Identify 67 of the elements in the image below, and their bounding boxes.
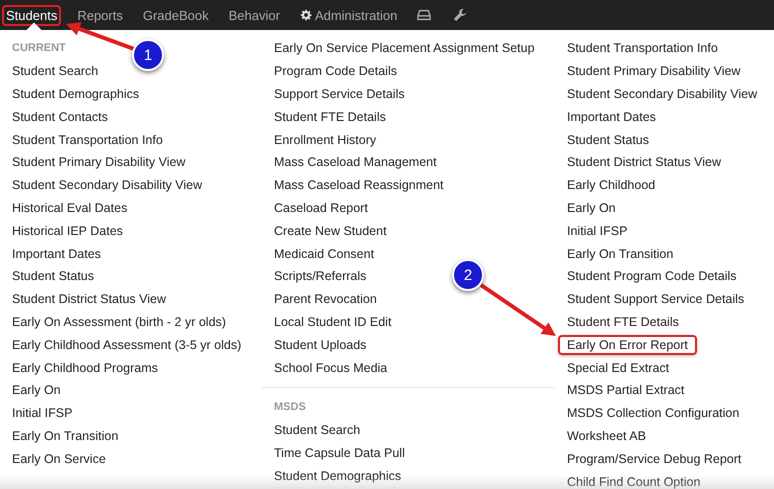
nav-tab[interactable]: GradeBook [138, 4, 213, 26]
section-heading: CURRENT [12, 41, 66, 56]
menu-item[interactable]: Early Childhood [558, 175, 664, 196]
menu-item[interactable]: Early Childhood Assessment (3-5 yr olds) [3, 334, 250, 355]
menu-item[interactable]: Historical IEP Dates [3, 220, 132, 241]
gear-icon [300, 9, 312, 21]
menu-item[interactable]: Enrollment History [265, 130, 386, 150]
menu-item[interactable]: Student Secondary Disability View [558, 84, 766, 104]
menu-item[interactable]: Student Status [3, 266, 104, 286]
menu-item[interactable]: Student Demographics [265, 466, 410, 486]
menu-item[interactable]: Early On Service Placement Assignment Setup [265, 38, 544, 58]
menu-item[interactable]: Important Dates [3, 244, 110, 264]
menu-item[interactable]: Program Code Details [265, 61, 406, 82]
menu-item[interactable]: Caseload Report [265, 198, 377, 218]
menu-item[interactable]: Student Contacts [3, 106, 117, 127]
menu-item[interactable]: Student Search [3, 61, 108, 82]
nav-tab[interactable]: Students [2, 4, 62, 26]
menu-item[interactable]: Student Primary Disability View [3, 152, 194, 172]
menu-item[interactable]: Student Demographics [3, 84, 148, 104]
menu-item[interactable]: Mass Caseload Management [265, 152, 446, 172]
menu-item[interactable]: Student Uploads [265, 334, 376, 355]
menu-item[interactable]: Student FTE Details [265, 106, 395, 127]
menu-item[interactable]: Early On Transition [558, 244, 682, 264]
menu-item[interactable]: Time Capsule Data Pull [265, 442, 414, 463]
menu-item[interactable]: Initial IFSP [3, 403, 82, 424]
menu-item[interactable]: Early On Error Report [558, 334, 697, 355]
menu-item[interactable]: Student Transportation Info [558, 38, 727, 58]
menu-item[interactable]: Parent Revocation [265, 289, 386, 310]
menu-item[interactable]: Important Dates [558, 106, 665, 127]
menu-item[interactable]: MSDS Partial Extract [558, 380, 694, 400]
menu-item[interactable]: Historical Eval Dates [3, 198, 136, 218]
menu-item[interactable]: Early On Assessment (birth - 2 yr olds) [3, 312, 235, 332]
nav-tab[interactable]: Reports [73, 4, 127, 26]
menu-item[interactable]: Child Find Count Option [558, 472, 710, 489]
menu-item[interactable]: Program/Service Debug Report [558, 448, 750, 469]
menu-item[interactable]: Worksheet AB [558, 426, 655, 446]
nav-tab[interactable]: Behavior [224, 4, 284, 26]
menu-item[interactable]: Early On Service [3, 448, 115, 469]
section-heading: MSDS [274, 400, 306, 415]
menu-item[interactable]: Special Ed Extract [558, 358, 678, 378]
menu-item[interactable]: Student Primary Disability View [558, 61, 750, 82]
menu-item[interactable]: Early On Transition [3, 426, 128, 446]
arrow [66, 22, 135, 51]
menu-item[interactable]: School Focus Media [265, 358, 396, 378]
menu-item[interactable]: Support Service Details [265, 84, 414, 104]
menu-item[interactable]: Early On [558, 198, 625, 218]
menu-item[interactable]: Student District Status View [558, 152, 730, 172]
menu-item[interactable]: MSDS Collection Configuration [558, 403, 748, 424]
nav-tab[interactable]: Administration [296, 4, 402, 26]
menu-item[interactable]: Scripts/Referrals [265, 266, 376, 286]
menu-item[interactable]: Student District Status View [3, 289, 176, 310]
menu-item[interactable]: Student FTE Details [558, 312, 688, 332]
menu-item[interactable]: Create New Student [265, 220, 396, 241]
menu-item[interactable]: Medicaid Consent [265, 244, 384, 264]
menu-item[interactable]: Early Childhood Programs [3, 358, 167, 378]
menu-item[interactable]: Student Program Code Details [558, 266, 746, 286]
menu-item[interactable]: Student Status [558, 130, 658, 150]
menu-item[interactable]: Student Search [265, 420, 370, 440]
menu-item[interactable]: Mass Caseload Reassignment [265, 175, 453, 196]
menu-item[interactable]: Initial IFSP [558, 220, 636, 241]
menu-item[interactable]: Student Transportation Info [3, 130, 172, 150]
menu-item[interactable]: Local Student ID Edit [265, 312, 400, 332]
menu-item[interactable]: Early On [3, 380, 70, 400]
menu-item[interactable]: Student Support Service Details [558, 289, 754, 310]
menu-item[interactable]: Student Secondary Disability View [3, 175, 212, 196]
callout-badge: 1 [132, 39, 164, 71]
callout-badge: 2 [452, 259, 484, 291]
